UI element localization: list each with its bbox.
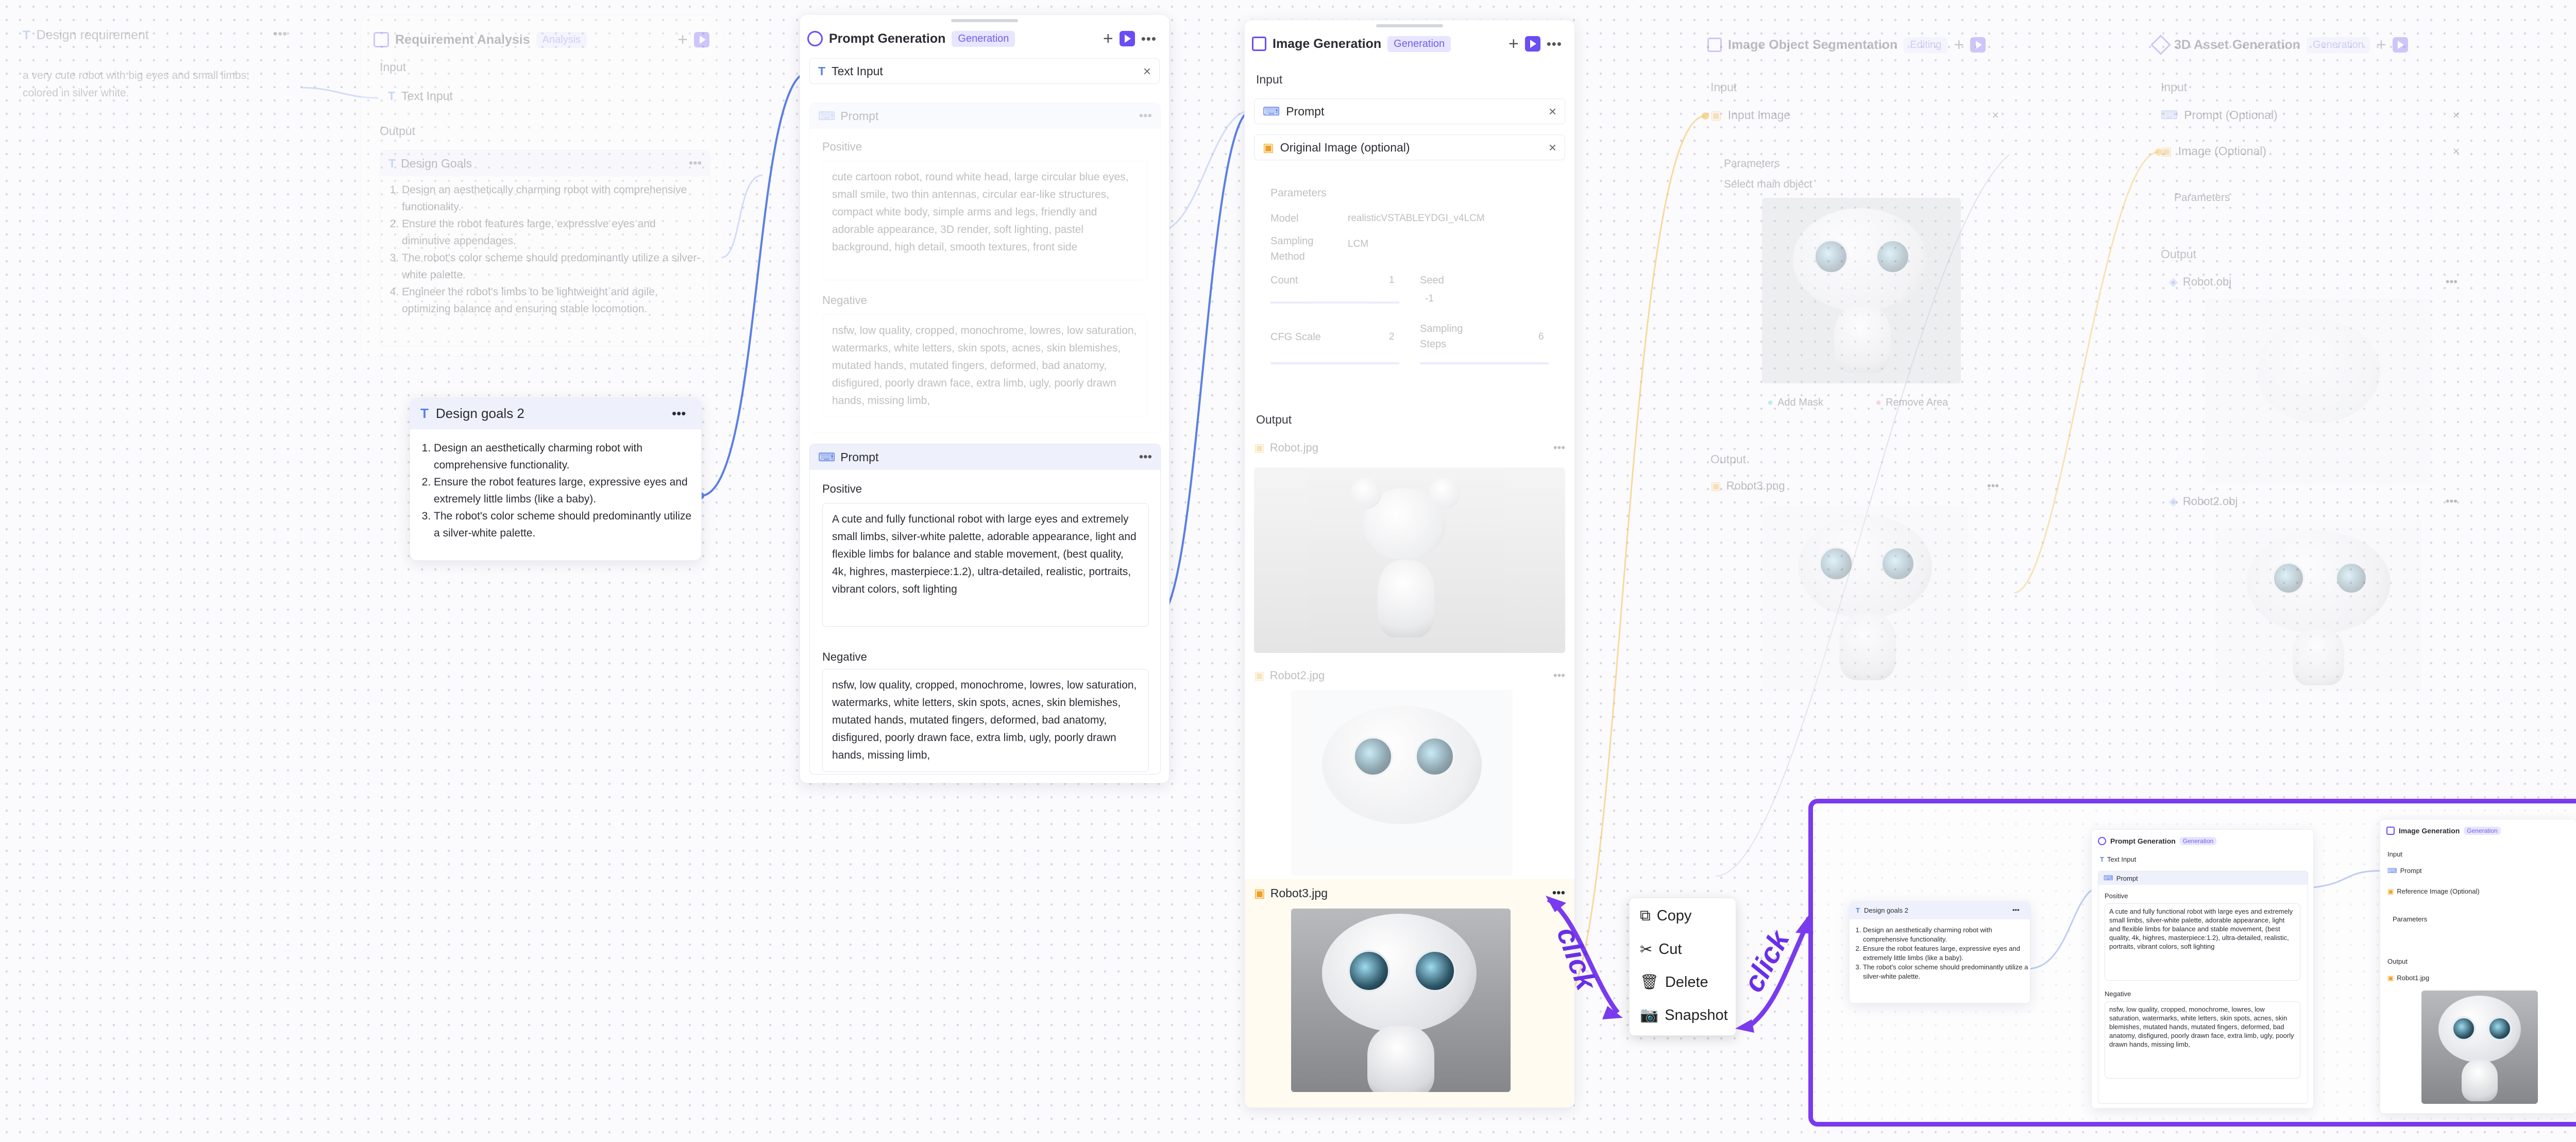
image-gen-icon (2386, 827, 2395, 835)
more-icon[interactable]: ••• (2446, 275, 2458, 289)
row-label: Image (Optional) (2178, 144, 2267, 158)
image-optional-row[interactable]: ▣ Image (Optional) × (2161, 144, 2460, 158)
add-mask-button[interactable]: ● Add Mask (1767, 397, 1823, 409)
negative-text[interactable]: nsfw, low quality, cropped, monochrome, … (2105, 1001, 2300, 1079)
node-title: Image Object Segmentation (1728, 37, 1898, 52)
goals-list: Design an aesthetically charming robot w… (1853, 926, 2031, 981)
close-icon[interactable]: × (2453, 144, 2460, 158)
prompt-optional-row[interactable]: ⌨ Prompt (Optional) × (2161, 108, 2460, 122)
asset-preview-2[interactable] (2215, 520, 2421, 691)
snapshot-prompt-card[interactable]: ⌨ Prompt Positive A cute and fully functi… (2098, 871, 2308, 1104)
prompt-row[interactable]: ⌨ Prompt (2387, 867, 2568, 875)
output-item[interactable]: ◈ Robot.obj ••• (2169, 275, 2458, 289)
row-label: Prompt (2400, 867, 2422, 875)
node-title: Image Generation (2399, 827, 2460, 835)
row-label: Reference Image (Optional) (2397, 887, 2480, 895)
parameters-label: Parameters (2174, 192, 2230, 204)
cube-icon: ◈ (2169, 495, 2178, 508)
output-name: Robot.obj (2182, 275, 2232, 288)
more-icon[interactable]: ••• (1987, 479, 1999, 493)
reference-image-row[interactable]: ▣ Reference Image (Optional) (2387, 887, 2568, 896)
asset-preview-1[interactable] (2205, 299, 2432, 484)
segmentation-icon (1707, 38, 1722, 52)
snapshot-prompt-generation[interactable]: Prompt Generation Generation T Text Input… (2091, 829, 2314, 1109)
output-label: Output (1710, 452, 1747, 466)
status-badge: Generation (2179, 837, 2217, 845)
add-icon[interactable]: + (2376, 36, 2386, 54)
run-button[interactable] (1970, 37, 1986, 53)
segmented-robot-image[interactable] (1762, 505, 1968, 691)
input-image-row[interactable]: ▣ Input Image × (1710, 108, 1999, 122)
node-title: Prompt Generation (2110, 837, 2176, 845)
run-button[interactable] (2392, 37, 2408, 53)
node-title: 3D Asset Generation (2174, 37, 2300, 52)
image-icon: ▣ (1710, 479, 1721, 492)
row-label: Prompt (Optional) (2184, 108, 2278, 122)
cube-icon: ◈ (2169, 275, 2178, 288)
negative-label: Negative (2105, 990, 2131, 998)
positive-text[interactable]: A cute and fully functional robot with l… (2105, 903, 2300, 981)
select-label: Select main object (1724, 178, 1812, 190)
more-icon[interactable]: ••• (2446, 495, 2458, 508)
cube-icon (2150, 35, 2171, 55)
input-label: Input (1710, 80, 1737, 94)
image-icon: ▣ (2161, 144, 2172, 158)
text-input-row[interactable]: T Text Input (2100, 855, 2306, 863)
row-label: Text Input (2107, 855, 2137, 863)
button-label: Remove Area (1886, 397, 1948, 408)
status-badge: Editing (1904, 37, 1948, 53)
row-label: Input Image (1727, 108, 1791, 122)
output-name: Robot2.obj (2182, 495, 2238, 508)
button-label: Add Mask (1777, 397, 1824, 408)
output-item[interactable]: ▣ Robot1.jpg (2387, 974, 2568, 982)
parameters-label: Parameters (1724, 158, 1780, 170)
node-title: Design goals 2 (1863, 906, 1908, 914)
snapshot-design-goals[interactable]: T Design goals 2 ••• Design an aesthetic… (1849, 901, 2030, 1003)
image-icon: ▣ (1710, 108, 1722, 122)
output-label: Output (2387, 958, 2408, 965)
status-badge: Generation (2306, 37, 2370, 53)
close-icon[interactable]: × (1992, 108, 1999, 122)
input-label: Input (2387, 850, 2402, 858)
snapshot-image-generation[interactable]: Image Generation Generation Input ⌨ Promp… (2380, 819, 2576, 1114)
eraser-icon: ● (1875, 397, 1882, 408)
add-icon[interactable]: + (1954, 36, 1964, 54)
segmentation-preview[interactable] (1762, 198, 1961, 383)
output-name: Robot1.jpg (2397, 974, 2430, 982)
output-label: Output (2161, 247, 2197, 261)
output-item[interactable]: ◈ Robot2.obj ••• (2169, 495, 2458, 508)
status-badge: Generation (2464, 827, 2501, 835)
snapshot-frame[interactable]: T Design goals 2 ••• Design an aesthetic… (1808, 799, 2576, 1127)
input-label: Input (2161, 80, 2188, 94)
output-item[interactable]: ▣ Robot3.png ••• (1710, 479, 1999, 493)
card-title: Prompt (2116, 874, 2138, 882)
output-name: Robot3.png (1726, 479, 1785, 492)
parameters-label: Parameters (2393, 915, 2428, 923)
remove-area-button[interactable]: ● Remove Area (1875, 397, 1948, 409)
prompt-icon: ⌨ (2161, 108, 2178, 122)
prompt-gen-icon (2098, 837, 2106, 845)
asset-generation-node[interactable]: 3D Asset Generation Generation + Input ⌨… (2150, 31, 2473, 701)
positive-label: Positive (2105, 892, 2128, 900)
snapshot-robot-image[interactable] (2421, 990, 2538, 1104)
mask-icon: ● (1767, 397, 1774, 408)
image-segmentation-node[interactable]: Image Object Segmentation Editing + Inpu… (1700, 31, 2030, 701)
more-icon[interactable]: ••• (2012, 906, 2020, 914)
close-icon[interactable]: × (2453, 108, 2460, 122)
text-icon: T (1856, 906, 1860, 914)
